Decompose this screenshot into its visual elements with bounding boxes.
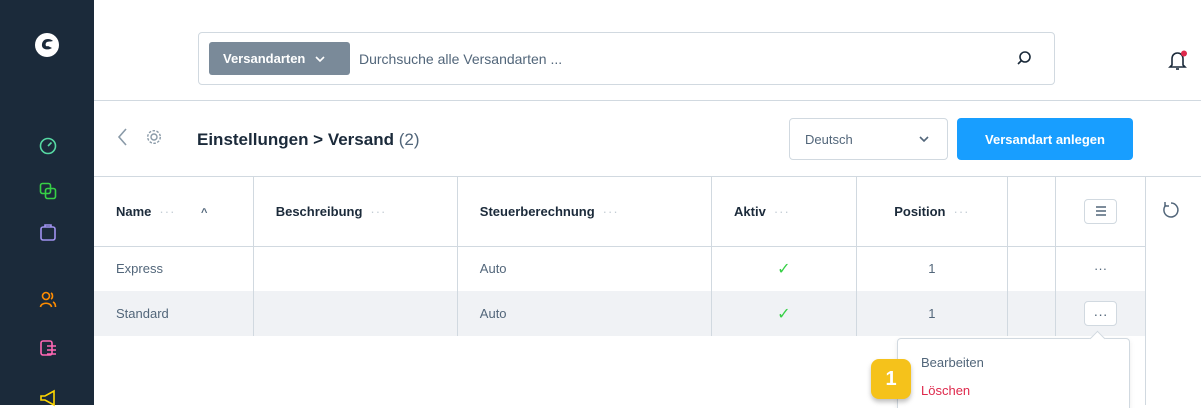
row-context-menu: Bearbeiten Löschen (897, 338, 1130, 408)
search-type-label: Versandarten (223, 51, 306, 66)
context-menu-delete[interactable]: Löschen (921, 383, 970, 398)
back-chevron-icon[interactable] (116, 127, 128, 153)
row-actions-cell: ··· (1055, 291, 1145, 336)
row-actions-button[interactable]: ··· (1056, 246, 1145, 291)
dashboard-icon[interactable] (38, 136, 58, 156)
create-shipping-method-button[interactable]: Versandart anlegen (957, 118, 1133, 160)
sidebar (0, 0, 94, 408)
global-search: Versandarten (198, 32, 1055, 85)
search-input[interactable] (359, 42, 979, 75)
column-menu-icon[interactable]: ··· (774, 204, 790, 219)
chevron-down-icon (315, 51, 325, 66)
chevron-down-icon (919, 131, 929, 150)
search-type-dropdown[interactable]: Versandarten (209, 42, 350, 75)
sort-ascending-icon[interactable]: ^ (201, 207, 207, 219)
shopware-logo[interactable] (0, 0, 94, 90)
refresh-icon[interactable] (1162, 201, 1180, 224)
context-menu-edit[interactable]: Bearbeiten (921, 355, 984, 370)
row-actions-button[interactable]: ··· (1084, 301, 1118, 326)
shipping-methods-table: Name ··· ^ Beschreibung ··· Steuerberechnu… (94, 177, 1145, 336)
cell-spacer (1007, 246, 1057, 291)
item-count: (2) (398, 130, 420, 149)
active-check-icon: ✓ (711, 291, 857, 336)
table-row[interactable]: Standard Auto ✓ 1 ··· (94, 291, 1145, 336)
column-header-name[interactable]: Name ··· ^ (94, 177, 254, 247)
cell-name[interactable]: Express (94, 246, 254, 291)
breadcrumb: Einstellungen > Versand (197, 130, 394, 149)
column-settings (1055, 177, 1145, 247)
active-check-icon: ✓ (711, 246, 857, 291)
page-header: Einstellungen > Versand (2) Deutsch Vers… (94, 101, 1201, 177)
column-menu-icon[interactable]: ··· (370, 204, 386, 219)
cell-description (253, 246, 458, 291)
content-icon[interactable] (38, 338, 58, 358)
column-header-tax[interactable]: Steuerberechnung ··· (457, 177, 713, 247)
cell-description (253, 291, 458, 336)
table-header-row: Name ··· ^ Beschreibung ··· Steuerberechnu… (94, 177, 1145, 247)
column-header-spacer (1007, 177, 1057, 247)
column-header-active[interactable]: Aktiv ··· (711, 177, 857, 247)
cell-position: 1 (856, 246, 1009, 291)
sidebar-panel (1145, 177, 1201, 405)
column-settings-button[interactable] (1084, 198, 1118, 224)
step-badge: 1 (871, 359, 911, 399)
language-label: Deutsch (805, 131, 853, 147)
orders-icon[interactable] (38, 222, 58, 242)
language-switch[interactable]: Deutsch (789, 118, 948, 160)
settings-gear-icon (146, 129, 162, 150)
marketing-icon[interactable] (38, 388, 58, 408)
page-title: Einstellungen > Versand (2) (197, 130, 420, 150)
cell-spacer (1007, 291, 1057, 336)
cell-position: 1 (856, 291, 1009, 336)
cell-name[interactable]: Standard (94, 291, 254, 336)
column-menu-icon[interactable]: ··· (159, 204, 175, 219)
cell-tax: Auto (457, 246, 713, 291)
top-bar: Versandarten (94, 0, 1201, 101)
notification-bell-icon[interactable] (1168, 50, 1188, 77)
column-menu-icon[interactable]: ··· (603, 204, 619, 219)
column-menu-icon[interactable]: ··· (954, 204, 970, 219)
cell-tax: Auto (457, 291, 713, 336)
search-icon[interactable] (1016, 50, 1032, 71)
customers-icon[interactable] (38, 290, 58, 310)
column-header-position[interactable]: Position ··· (856, 177, 1009, 247)
catalogue-icon[interactable] (38, 181, 58, 201)
table-row[interactable]: Express Auto ✓ 1 ··· (94, 246, 1145, 291)
column-header-description[interactable]: Beschreibung ··· (253, 177, 458, 247)
